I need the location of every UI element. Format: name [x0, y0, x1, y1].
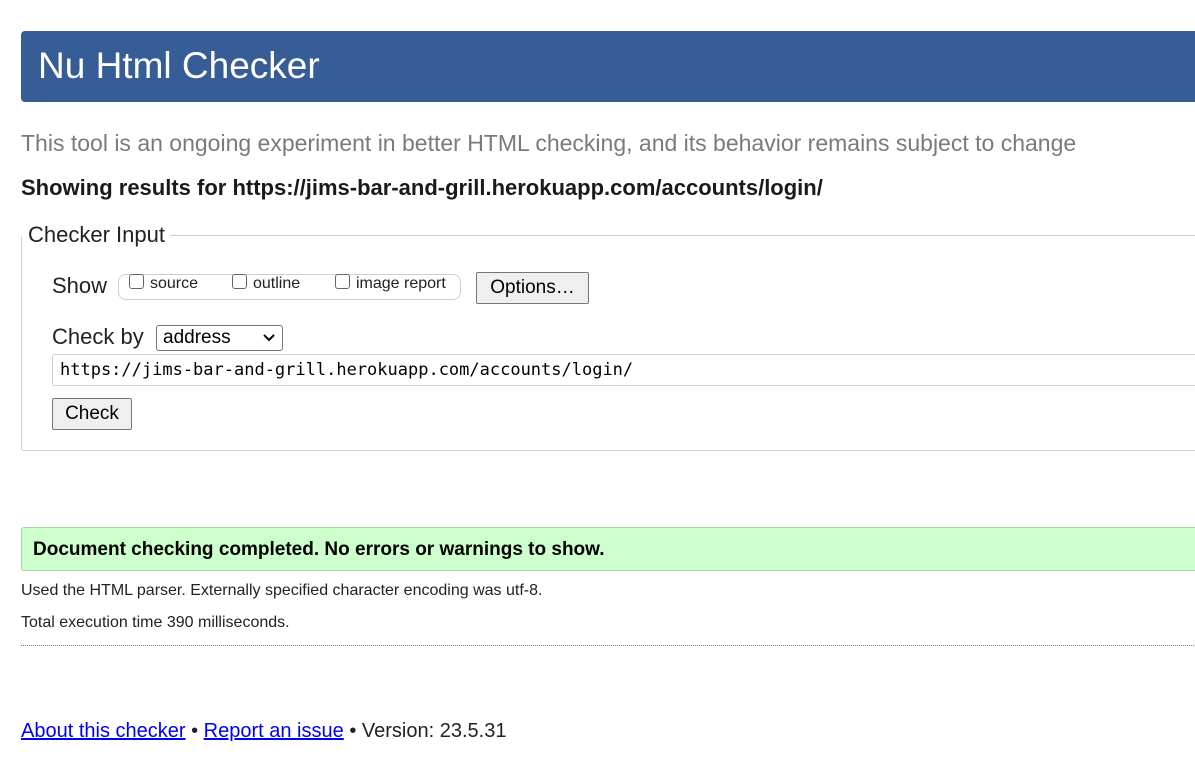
show-image-report-option[interactable]: image report: [335, 273, 446, 293]
execution-time: Total execution time 390 milliseconds.: [21, 614, 290, 631]
show-source-option[interactable]: source: [129, 273, 199, 293]
page: Nu Html Checker This tool is an ongoing …: [0, 0, 1195, 780]
show-label: Show: [52, 273, 108, 298]
show-outline-option[interactable]: outline: [232, 273, 301, 293]
check-by-selected-value: address: [163, 327, 231, 348]
check-by-select[interactable]: address: [156, 325, 283, 351]
footer: About this checker • Report an issue • V…: [21, 720, 506, 743]
checker-input-legend: Checker Input: [22, 222, 170, 248]
page-title: Nu Html Checker: [38, 45, 320, 86]
source-checkbox[interactable]: [129, 273, 144, 289]
source-checkbox-label: source: [150, 275, 199, 292]
about-checker-link[interactable]: About this checker: [21, 720, 186, 742]
version-text: Version: 23.5.31: [361, 720, 507, 742]
footer-separator: •: [191, 720, 199, 742]
outline-checkbox[interactable]: [232, 273, 247, 289]
parser-info: Used the HTML parser. Externally specifi…: [21, 582, 543, 599]
check-by-label: Check by: [52, 324, 144, 349]
outline-checkbox-label: outline: [253, 275, 301, 292]
results-heading: Showing results for https://jims-bar-and…: [21, 175, 823, 200]
options-button[interactable]: Options…: [476, 272, 589, 304]
image-report-checkbox[interactable]: [335, 273, 350, 289]
chevron-down-icon: [263, 334, 275, 342]
url-input[interactable]: https://jims-bar-and-grill.herokuapp.com…: [52, 354, 1195, 386]
check-button[interactable]: Check: [52, 398, 132, 430]
header-bar: Nu Html Checker: [21, 31, 1195, 102]
tagline: This tool is an ongoing experiment in be…: [21, 130, 1077, 156]
report-issue-link[interactable]: Report an issue: [204, 720, 344, 742]
footer-separator: •: [349, 720, 357, 742]
image-report-checkbox-label: image report: [356, 275, 446, 292]
success-message: Document checking completed. No errors o…: [33, 539, 605, 560]
success-message-box: Document checking completed. No errors o…: [21, 527, 1195, 571]
divider: [21, 645, 1195, 646]
